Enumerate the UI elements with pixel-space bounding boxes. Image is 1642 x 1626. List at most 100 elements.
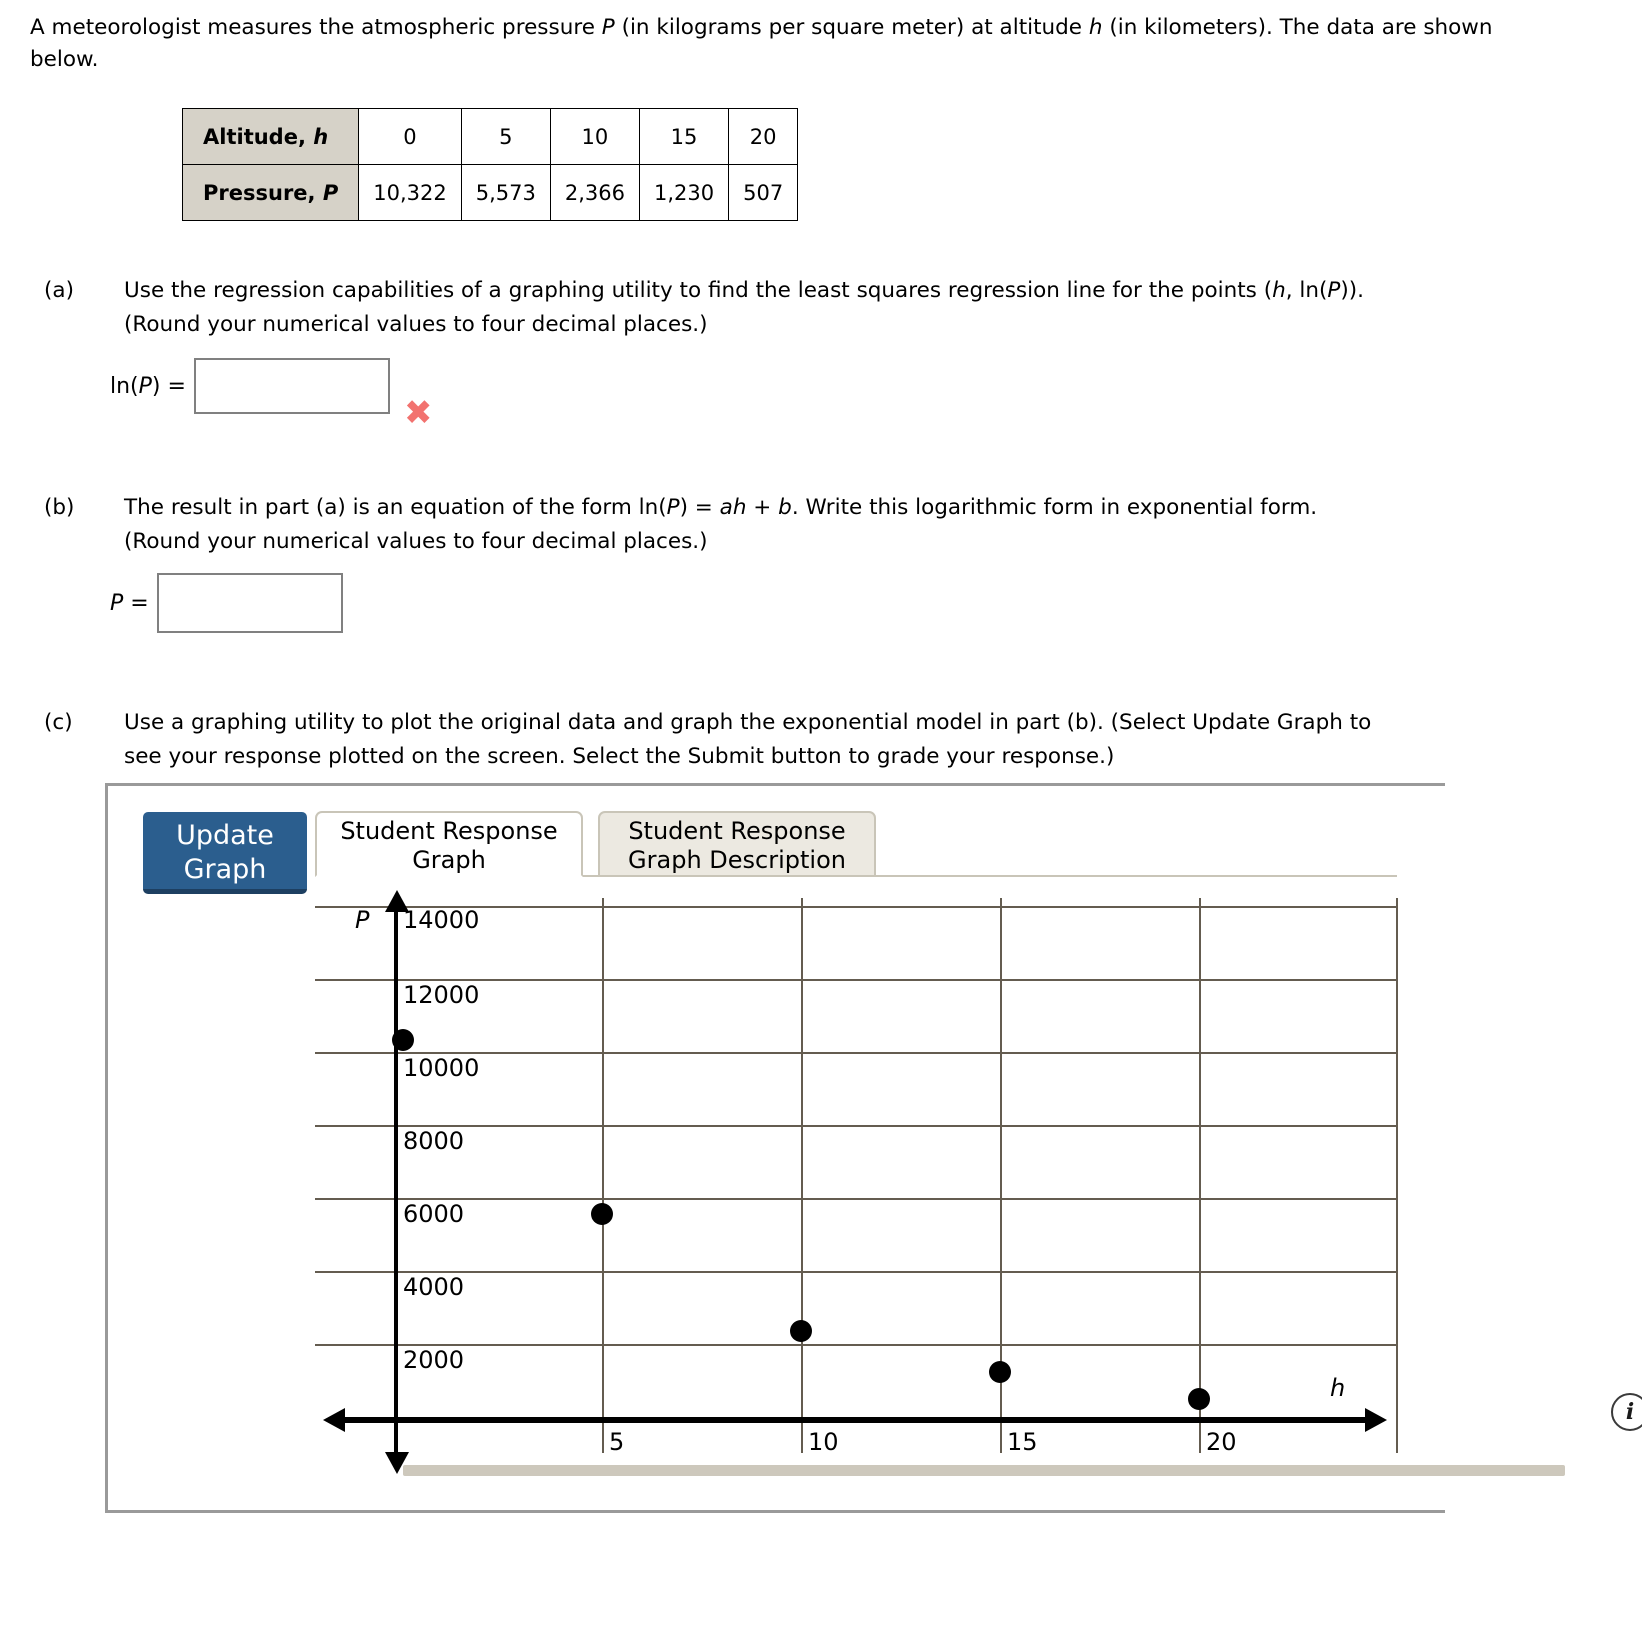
part-a-label: (a) (44, 278, 74, 303)
part-a-answer-label: ln(P) = (110, 374, 186, 399)
cell-altitude-4: 20 (728, 108, 799, 165)
tab-1-line2: Graph (412, 846, 486, 874)
cell-altitude-1: 5 (460, 108, 551, 165)
part-c-text-1: Use a graphing utility to plot the origi… (124, 710, 1372, 735)
part-b-answer-row: P = (110, 573, 343, 633)
gridline-x-10 (801, 898, 803, 1453)
gridline-x-5 (602, 898, 604, 1453)
x-axis-arrow-right-icon (1365, 1408, 1387, 1432)
part-b-var-a: a (719, 495, 733, 520)
part-b-text-3: + (746, 495, 779, 520)
x-axis-arrow-left-icon (323, 1408, 345, 1432)
row-header-pressure-text: Pressure, (203, 180, 316, 205)
intro-segment-1: A meteorologist measures the atmospheric… (30, 15, 602, 40)
part-b: (b) The result in part (a) is an equatio… (44, 491, 1604, 559)
part-b-var-h: h (732, 495, 747, 520)
part-a-var-h: h (1272, 278, 1286, 303)
cell-altitude-2: 10 (549, 108, 640, 165)
part-b-var-p: P (666, 495, 680, 520)
x-axis-label: h (1330, 1374, 1346, 1402)
update-graph-button[interactable]: Update Graph (143, 812, 307, 894)
ytick-label-10000: 10000 (403, 1054, 480, 1082)
ytick-label-12000: 12000 (403, 981, 480, 1009)
part-a-answer-label-2: ) = (151, 373, 186, 399)
xtick-label-5: 5 (609, 1428, 625, 1456)
row-header-pressure: Pressure, P (181, 164, 360, 221)
gridline-y-2000 (315, 1344, 1398, 1346)
table-row: Pressure, P 10,322 5,573 2,366 1,230 507 (181, 164, 799, 221)
part-b-text-4: . Write this logarithmic form in exponen… (791, 495, 1318, 520)
cell-pressure-2: 2,366 (549, 164, 640, 221)
plot-right-edge (1396, 898, 1398, 1453)
part-a-text-4: (Round your numerical values to four dec… (124, 312, 708, 337)
part-b-text-1: The result in part (a) is an equation of… (124, 495, 667, 520)
part-a-text-2: , ln( (1285, 278, 1328, 303)
part-a-answer-label-var: P (138, 373, 152, 399)
tab-2-line1: Student Response (628, 817, 846, 845)
cell-pressure-0: 10,322 (358, 164, 462, 221)
ytick-label-6000: 6000 (403, 1200, 465, 1228)
tab-1-line1: Student Response (340, 817, 558, 845)
part-a-answer-input[interactable] (193, 358, 390, 414)
row-header-altitude-var: h (313, 124, 329, 149)
scatter-plot[interactable]: P h 14000 12000 10000 8000 6000 4000 200… (315, 890, 1642, 1474)
x-axis-ticks (333, 1417, 1373, 1423)
part-b-label: (b) (44, 495, 75, 520)
tab-student-response-graph-description[interactable]: Student Response Graph Description (598, 811, 876, 877)
horizontal-scrollbar[interactable] (403, 1465, 1565, 1476)
gridline-y-6000 (315, 1198, 1398, 1200)
data-point-1 (591, 1203, 613, 1225)
intro-segment-2: (in kilograms per square meter) at altit… (614, 15, 1089, 40)
part-b-answer-label-var: P (110, 590, 124, 616)
variable-p: P (601, 15, 615, 40)
data-point-4 (1188, 1388, 1210, 1410)
part-b-answer-label: P = (110, 591, 149, 616)
cell-pressure-1: 5,573 (460, 164, 551, 221)
xtick-label-10: 10 (808, 1428, 839, 1456)
part-a: (a) Use the regression capabilities of a… (44, 274, 1604, 342)
table-row: Altitude, h 0 5 10 15 20 (181, 108, 799, 165)
part-c-text: Use a graphing utility to plot the origi… (124, 706, 1642, 774)
part-a-var-p: P (1327, 278, 1341, 303)
part-b-var-b: b (778, 495, 792, 520)
xtick-label-15: 15 (1007, 1428, 1038, 1456)
data-point-0 (392, 1029, 414, 1051)
cell-pressure-4: 507 (728, 164, 799, 221)
part-a-answer-label-1: ln( (110, 373, 139, 399)
gridline-x-20 (1199, 898, 1201, 1453)
part-a-text-1: Use the regression capabilities of a gra… (124, 278, 1273, 303)
info-icon[interactable]: i (1611, 1393, 1642, 1431)
student-response-graph-widget: Update Graph Student Response Graph Studen… (105, 783, 1642, 1513)
y-axis-label: P (355, 906, 370, 934)
variable-h: h (1088, 15, 1103, 40)
ytick-label-4000: 4000 (403, 1273, 465, 1301)
problem-statement: A meteorologist measures the atmospheric… (30, 12, 1540, 76)
incorrect-x-icon: ✖ (403, 393, 433, 433)
cell-pressure-3: 1,230 (638, 164, 730, 221)
ytick-label-14000: 14000 (403, 906, 480, 934)
tab-student-response-graph[interactable]: Student Response Graph (315, 811, 583, 877)
data-point-2 (790, 1320, 812, 1342)
row-header-pressure-var: P (322, 180, 339, 205)
part-a-answer-row: ln(P) = ✖ (110, 358, 432, 430)
cell-altitude-3: 15 (638, 108, 730, 165)
tab-2-line2: Graph Description (628, 846, 846, 874)
ytick-label-2000: 2000 (403, 1346, 465, 1374)
part-a-text: Use the regression capabilities of a gra… (124, 274, 1594, 342)
update-graph-button-line1: Update (176, 820, 274, 851)
part-a-text-3: )). (1340, 278, 1364, 303)
part-b-text-2: ) = (679, 495, 720, 520)
part-b-answer-input[interactable] (156, 573, 343, 633)
row-header-altitude-text: Altitude, (203, 124, 306, 149)
row-header-altitude: Altitude, h (181, 108, 360, 165)
part-c-label: (c) (44, 710, 73, 735)
part-c-text-2: see your response plotted on the screen.… (124, 744, 1115, 769)
part-b-text: The result in part (a) is an equation of… (124, 491, 1594, 559)
part-b-answer-label-2: = (123, 590, 149, 616)
data-point-3 (989, 1361, 1011, 1383)
cell-altitude-0: 0 (358, 108, 462, 165)
xtick-label-20: 20 (1206, 1428, 1237, 1456)
gridline-y-4000 (315, 1271, 1398, 1273)
part-b-text-5: (Round your numerical values to four dec… (124, 529, 708, 554)
graph-widget-inner: Update Graph Student Response Graph Studen… (125, 786, 1642, 1510)
